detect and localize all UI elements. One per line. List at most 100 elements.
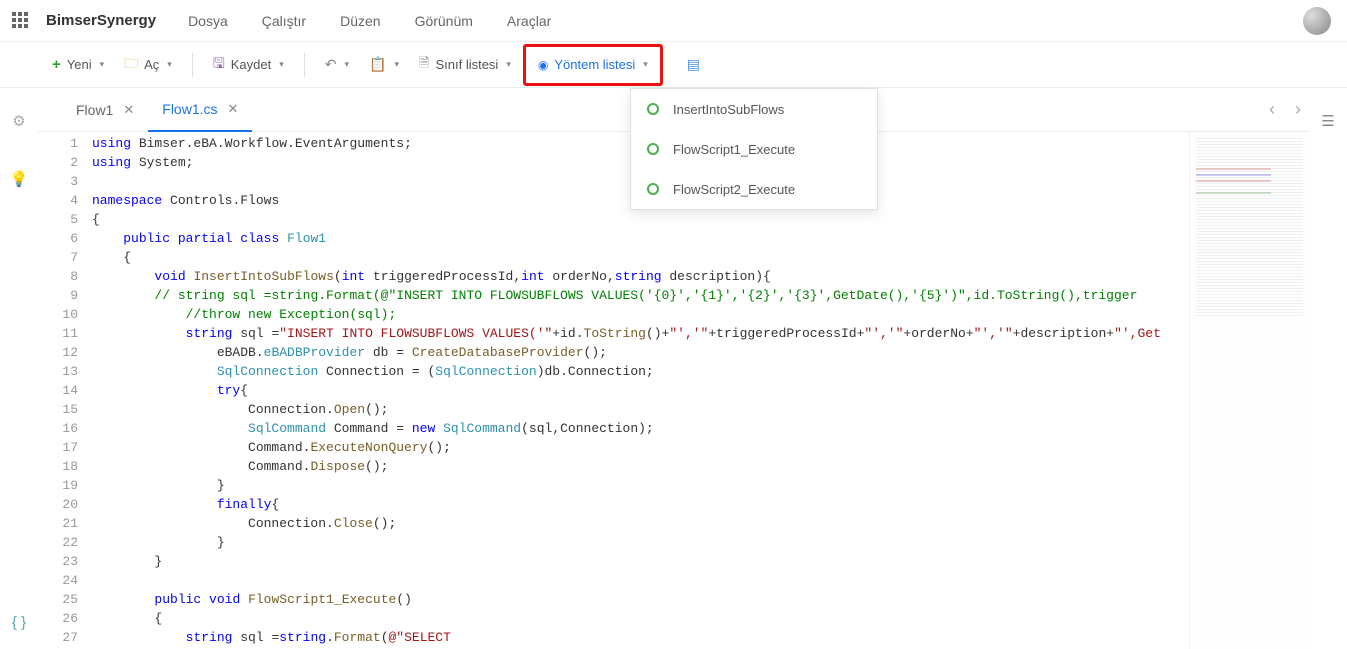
code-line[interactable]: } [92,533,1189,552]
minimap[interactable] [1189,132,1309,649]
line-number: 5 [38,210,78,229]
undo-icon: ↶ [325,56,337,73]
code-line[interactable]: string sql ="INSERT INTO FLOWSUBFLOWS VA… [92,324,1189,343]
code-line[interactable]: public void FlowScript1_Execute() [92,590,1189,609]
undo-button[interactable]: ↶ ▾ [317,49,357,81]
method-list-button[interactable]: ◉ Yöntem listesi ▾ [530,49,656,81]
right-rail: ☰ [1309,88,1347,130]
nav-next-icon[interactable]: › [1295,99,1301,120]
code-line[interactable]: // string sql =string.Format(@"INSERT IN… [92,286,1189,305]
line-number: 11 [38,324,78,343]
code-line[interactable]: string sql =string.Format(@"SELECT [92,628,1189,647]
code-line[interactable]: SqlCommand Command = new SqlCommand(sql,… [92,419,1189,438]
user-avatar[interactable] [1303,7,1331,35]
close-icon[interactable]: ✕ [123,102,134,118]
menu-tools[interactable]: Araçlar [507,13,551,29]
clipboard-button[interactable]: 📋 ▾ [361,49,407,81]
method-list-highlighted: ◉ Yöntem listesi ▾ [523,44,663,86]
method-list-label: Yöntem listesi [554,57,635,72]
separator [304,53,305,77]
lightbulb-icon[interactable]: 💡 [10,170,29,188]
code-line[interactable]: //throw new Exception(sql); [92,305,1189,324]
line-number: 24 [38,571,78,590]
toolbar: + Yeni ▾ 🗀 Aç ▾ 🖫 Kaydet ▾ ↶ ▾ 📋 ▾ 🗎 Sın… [0,42,1347,88]
plus-icon: + [52,56,61,73]
code-line[interactable]: Command.Dispose(); [92,457,1189,476]
list-icon: ▤ [687,56,700,73]
line-number: 14 [38,381,78,400]
code-line[interactable] [92,571,1189,590]
menu-edit[interactable]: Düzen [340,13,380,29]
code-line[interactable]: Connection.Close(); [92,514,1189,533]
tab-flow1[interactable]: Flow1 ✕ [62,88,148,132]
new-label: Yeni [67,57,92,72]
menu-run[interactable]: Çalıştır [262,13,306,29]
code-line[interactable]: void InsertIntoSubFlows(int triggeredPro… [92,267,1189,286]
chevron-down-icon: ▾ [279,59,284,70]
line-number: 12 [38,343,78,362]
class-list-button[interactable]: 🗎 Sınıf listesi ▾ [411,49,519,81]
tab-label: Flow1.cs [162,101,217,117]
dropdown-item-flowscript2[interactable]: FlowScript2_Execute [631,169,877,209]
code-line[interactable]: public partial class Flow1 [92,229,1189,248]
document-icon: 🗎 [419,54,429,76]
code-line[interactable]: Connection.Open(); [92,400,1189,419]
line-number: 22 [38,533,78,552]
line-number: 15 [38,400,78,419]
bracket-icon[interactable]: { } [12,614,26,631]
close-icon[interactable]: ✕ [228,101,239,117]
method-list-dropdown: InsertIntoSubFlows FlowScript1_Execute F… [630,88,878,210]
code-editor[interactable]: 1234567891011121314151617181920212223242… [38,132,1189,649]
tab-label: Flow1 [76,102,113,118]
line-number: 23 [38,552,78,571]
settings-icon[interactable]: ⚙ [12,112,25,130]
line-number: 21 [38,514,78,533]
dropdown-item-flowscript1[interactable]: FlowScript1_Execute [631,129,877,169]
code-line[interactable]: finally{ [92,495,1189,514]
list-tool-button[interactable]: ▤ [679,49,708,81]
code-line[interactable]: SqlConnection Connection = (SqlConnectio… [92,362,1189,381]
nav-prev-icon[interactable]: ‹ [1269,99,1275,120]
code-line[interactable]: try{ [92,381,1189,400]
dropdown-label: FlowScript1_Execute [673,142,795,157]
code-line[interactable]: { [92,609,1189,628]
line-number: 4 [38,191,78,210]
open-label: Aç [144,57,159,72]
menu-file[interactable]: Dosya [188,13,228,29]
dropdown-label: InsertIntoSubFlows [673,102,784,117]
code-line[interactable]: { [92,210,1189,229]
minimap-content [1196,138,1303,318]
line-number: 10 [38,305,78,324]
line-number: 2 [38,153,78,172]
chevron-down-icon: ▾ [506,59,511,70]
line-number: 26 [38,609,78,628]
code-line[interactable]: } [92,476,1189,495]
code-line[interactable]: { [92,248,1189,267]
open-button[interactable]: 🗀 Aç ▾ [116,49,180,81]
tab-flow1-cs[interactable]: Flow1.cs ✕ [148,88,252,132]
code-line[interactable]: eBADB.eBADBProvider db = CreateDatabaseP… [92,343,1189,362]
brand-title: BimserSynergy [46,12,156,29]
outline-icon[interactable]: ☰ [1321,112,1334,130]
line-number: 13 [38,362,78,381]
chevron-down-icon: ▾ [345,59,350,70]
dropdown-item-insertintosubflows[interactable]: InsertIntoSubFlows [631,89,877,129]
code-line[interactable]: } [92,552,1189,571]
line-number: 27 [38,628,78,647]
code-line[interactable]: Command.ExecuteNonQuery(); [92,438,1189,457]
clipboard-icon: 📋 [369,56,386,73]
line-number: 25 [38,590,78,609]
menu-view[interactable]: Görünüm [415,13,473,29]
save-label: Kaydet [231,57,271,72]
line-number: 7 [38,248,78,267]
circle-icon [647,183,659,195]
dropdown-label: FlowScript2_Execute [673,182,795,197]
new-button[interactable]: + Yeni ▾ [44,49,112,81]
left-rail: ⚙ 💡 { } [0,88,38,649]
line-number: 8 [38,267,78,286]
apps-grid-icon[interactable] [12,12,30,30]
chevron-down-icon: ▾ [167,59,172,70]
save-button[interactable]: 🖫 Kaydet ▾ [205,49,292,81]
line-number: 9 [38,286,78,305]
line-gutter: 1234567891011121314151617181920212223242… [38,132,92,649]
